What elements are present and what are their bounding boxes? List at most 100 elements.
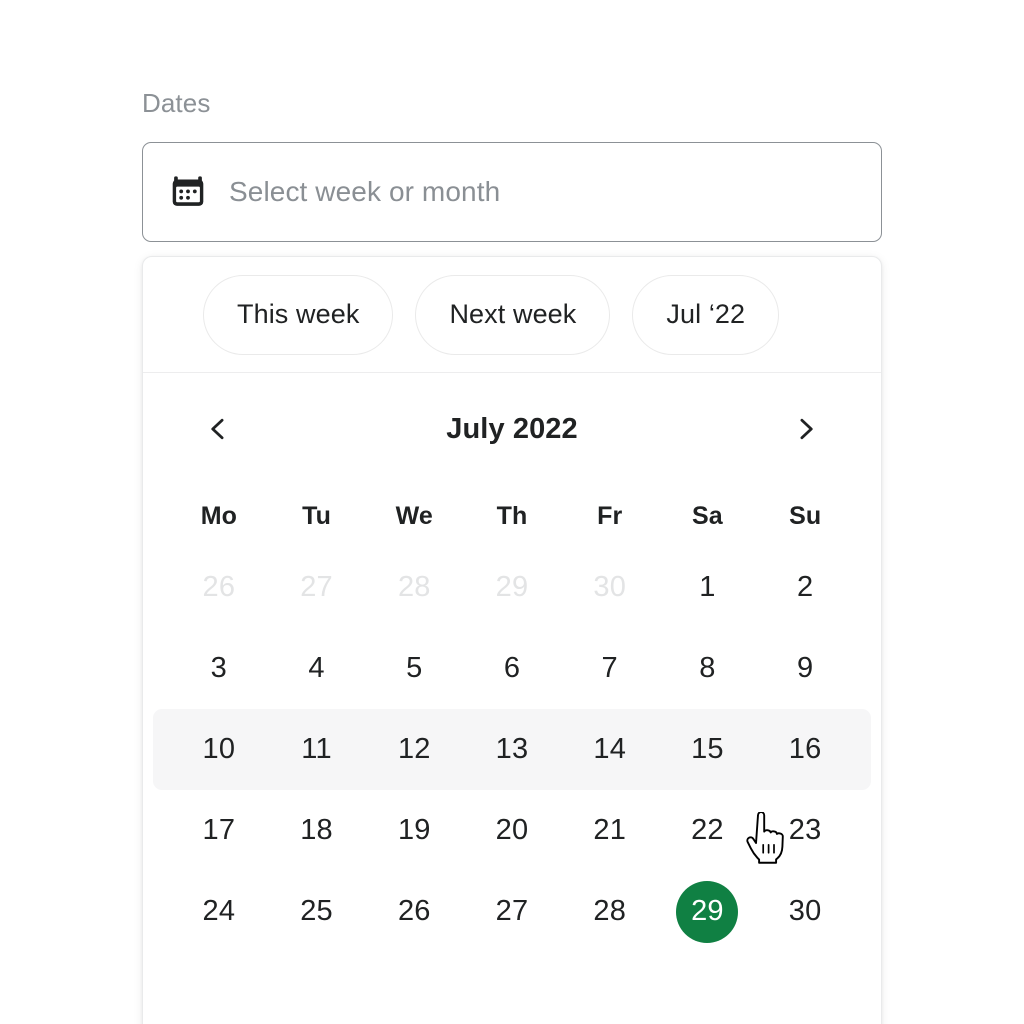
calendar-day[interactable]: 29 (463, 547, 561, 628)
calendar-day[interactable]: 14 (561, 709, 659, 790)
date-picker-popup: This week Next week Jul ‘22 July 2022 Mo… (142, 256, 882, 1024)
previous-month-button[interactable] (195, 406, 241, 452)
calendar-header: July 2022 (143, 373, 881, 485)
calendar-day[interactable]: 18 (268, 790, 366, 871)
calendar-day-label: 24 (202, 895, 236, 927)
calendar-day-label: 10 (202, 733, 236, 765)
calendar-day[interactable]: 28 (561, 871, 659, 952)
calendar-day-label: 27 (300, 571, 333, 603)
calendar-day[interactable]: 2 (756, 547, 854, 628)
calendar-day-label: 11 (301, 733, 332, 765)
calendar-day-label: 29 (495, 571, 529, 603)
calendar-week-row[interactable]: 26 27 28 29 30 1 2 (153, 547, 871, 628)
calendar-icon (171, 175, 205, 209)
calendar-day[interactable]: 6 (463, 628, 561, 709)
calendar-week-row[interactable]: 24 25 26 27 28 29 30 (153, 871, 871, 952)
calendar-day[interactable]: 7 (561, 628, 659, 709)
calendar-day[interactable]: 11 (268, 709, 366, 790)
calendar-day-label: 23 (788, 814, 822, 846)
calendar: July 2022 Mo Tu We Th Fr Sa Su 26 27 28 … (143, 373, 881, 952)
calendar-day[interactable]: 30 (561, 547, 659, 628)
calendar-day[interactable]: 8 (659, 628, 757, 709)
calendar-day-label: 14 (593, 733, 627, 765)
calendar-day[interactable]: 9 (756, 628, 854, 709)
calendar-day[interactable]: 3 (170, 628, 268, 709)
weekday-th: Th (496, 501, 528, 530)
calendar-day-label: 15 (691, 733, 724, 765)
calendar-day-label: 12 (397, 733, 431, 765)
calendar-day-label: 25 (300, 895, 333, 927)
calendar-day[interactable]: 26 (170, 547, 268, 628)
chevron-left-icon (204, 415, 232, 443)
quick-range-chips: This week Next week Jul ‘22 (143, 257, 881, 373)
calendar-day-label: 28 (593, 895, 627, 927)
calendar-day[interactable]: 17 (170, 790, 268, 871)
quick-range-this-week[interactable]: This week (203, 274, 394, 355)
calendar-day[interactable]: 24 (170, 871, 268, 952)
calendar-day-label: 16 (788, 733, 822, 765)
weekday-mo: Mo (200, 501, 237, 530)
calendar-day[interactable]: 22 (659, 790, 757, 871)
calendar-day-selected[interactable]: 29 (659, 871, 757, 952)
calendar-day-label: 2 (796, 571, 814, 603)
calendar-day[interactable]: 21 (561, 790, 659, 871)
dates-field-label: Dates (142, 88, 211, 118)
calendar-week-row[interactable]: 17 18 19 20 21 22 23 (153, 790, 871, 871)
calendar-day-label: 1 (699, 571, 716, 603)
calendar-day[interactable]: 30 (756, 871, 854, 952)
quick-range-month[interactable]: Jul ‘22 (632, 274, 780, 355)
calendar-day-label: 21 (593, 814, 627, 846)
calendar-day-label: 19 (397, 814, 431, 846)
calendar-day[interactable]: 20 (463, 790, 561, 871)
calendar-day-label: 18 (300, 814, 333, 846)
calendar-day-label: 3 (210, 652, 228, 684)
calendar-day-label: 9 (796, 652, 814, 684)
calendar-day[interactable]: 4 (268, 628, 366, 709)
chevron-right-icon (792, 415, 820, 443)
calendar-day[interactable]: 23 (756, 790, 854, 871)
calendar-week-row[interactable]: 3 4 5 6 7 8 9 (153, 628, 871, 709)
dates-input-placeholder: Select week or month (229, 176, 501, 207)
calendar-day[interactable]: 10 (170, 709, 268, 790)
calendar-day-label: 28 (397, 571, 431, 603)
weekday-su: Su (789, 501, 822, 530)
calendar-day-label: 8 (699, 652, 716, 684)
calendar-day[interactable]: 15 (659, 709, 757, 790)
calendar-month-title: July 2022 (446, 412, 578, 445)
calendar-day[interactable]: 5 (365, 628, 463, 709)
quick-range-next-week[interactable]: Next week (415, 274, 611, 355)
weekday-tu: Tu (302, 501, 331, 530)
weekday-sa: Sa (692, 501, 723, 530)
calendar-day-label: 26 (397, 895, 431, 927)
calendar-day-label: 27 (495, 895, 529, 927)
calendar-day-label: 26 (202, 571, 236, 603)
calendar-day[interactable]: 27 (463, 871, 561, 952)
calendar-day[interactable]: 25 (268, 871, 366, 952)
calendar-day[interactable]: 26 (365, 871, 463, 952)
calendar-weeks: 26 27 28 29 30 1 2 3 4 5 6 7 8 9 10 11 12 13 14 15 16 17 18 19 2… (143, 547, 881, 952)
calendar-day[interactable]: 1 (659, 547, 757, 628)
next-month-button[interactable] (783, 406, 829, 452)
calendar-day[interactable]: 28 (365, 547, 463, 628)
calendar-day[interactable]: 13 (463, 709, 561, 790)
calendar-day-label: 22 (691, 814, 724, 846)
calendar-day-label: 5 (406, 652, 423, 684)
calendar-day-label: 17 (202, 814, 236, 846)
calendar-day[interactable]: 27 (268, 547, 366, 628)
calendar-weekday-header: Mo Tu We Th Fr Sa Su (143, 485, 881, 547)
calendar-day-label: 20 (495, 814, 529, 846)
calendar-day-label: 30 (788, 895, 822, 927)
weekday-fr: Fr (597, 501, 623, 530)
weekday-we: We (395, 501, 433, 530)
date-picker-screen: Dates Select week or month This week Nex… (0, 0, 1024, 1024)
calendar-day-label: 13 (495, 733, 529, 765)
calendar-day[interactable]: 16 (756, 709, 854, 790)
calendar-day[interactable]: 12 (365, 709, 463, 790)
calendar-day-label: 7 (601, 652, 618, 684)
dates-input[interactable]: Select week or month (142, 142, 882, 242)
calendar-day-label: 4 (308, 652, 325, 684)
calendar-day-label: 29 (676, 880, 739, 943)
calendar-week-row[interactable]: 10 11 12 13 14 15 16 (153, 709, 871, 790)
calendar-day[interactable]: 19 (365, 790, 463, 871)
calendar-day-label: 6 (503, 652, 521, 684)
